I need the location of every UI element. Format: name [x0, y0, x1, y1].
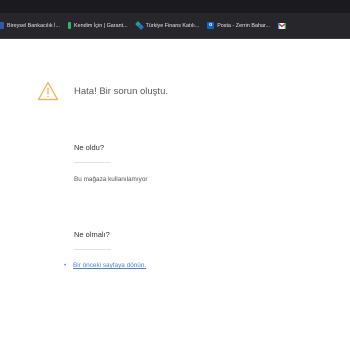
bookmark-gmail[interactable] — [277, 22, 289, 29]
back-link[interactable]: Bir önceki sayfaya dönün. — [73, 262, 146, 269]
browser-title-strip — [0, 0, 350, 13]
bullet-icon: • — [64, 262, 67, 269]
what-happened-text: Bu mağaza kullanılamıyor — [74, 176, 148, 183]
outlook-icon: o — [207, 22, 215, 29]
finans-icon — [136, 22, 143, 29]
bookmark-label: Bireysel Bankacılık İ... — [7, 22, 61, 29]
bookmark-label: Kendim İçin | Garant... — [74, 22, 128, 29]
error-title: Hata! Bir sorun oluştu. — [74, 86, 168, 97]
error-page: Hata! Bir sorun oluştu. Ne oldu? Bu mağa… — [0, 39, 350, 349]
warning-icon — [37, 81, 59, 101]
bank-icon — [0, 22, 4, 29]
gmail-icon — [277, 22, 286, 29]
what-should-heading: Ne olmalı? — [74, 230, 110, 239]
section-divider — [74, 249, 111, 250]
section-divider — [74, 162, 111, 163]
bookmarks-bar: Bireysel Bankacılık İ... Kendim İçin | G… — [0, 13, 350, 39]
bookmark-label: Posta - Zerrin Bahar... — [217, 22, 270, 29]
what-happened-heading: Ne oldu? — [74, 143, 105, 152]
bookmark-label: Türkiye Finans Katılı... — [145, 22, 200, 29]
bookmark-garanti[interactable]: Kendim İçin | Garant... — [68, 22, 128, 29]
bookmark-outlook-posta[interactable]: o Posta - Zerrin Bahar... — [207, 22, 270, 29]
garanti-icon — [68, 22, 72, 29]
bookmark-turkiye-finans[interactable]: Türkiye Finans Katılı... — [136, 22, 200, 29]
back-link-item: • Bir önceki sayfaya dönün. — [64, 262, 146, 269]
bookmark-bireysel-bankacilik[interactable]: Bireysel Bankacılık İ... — [0, 22, 60, 29]
